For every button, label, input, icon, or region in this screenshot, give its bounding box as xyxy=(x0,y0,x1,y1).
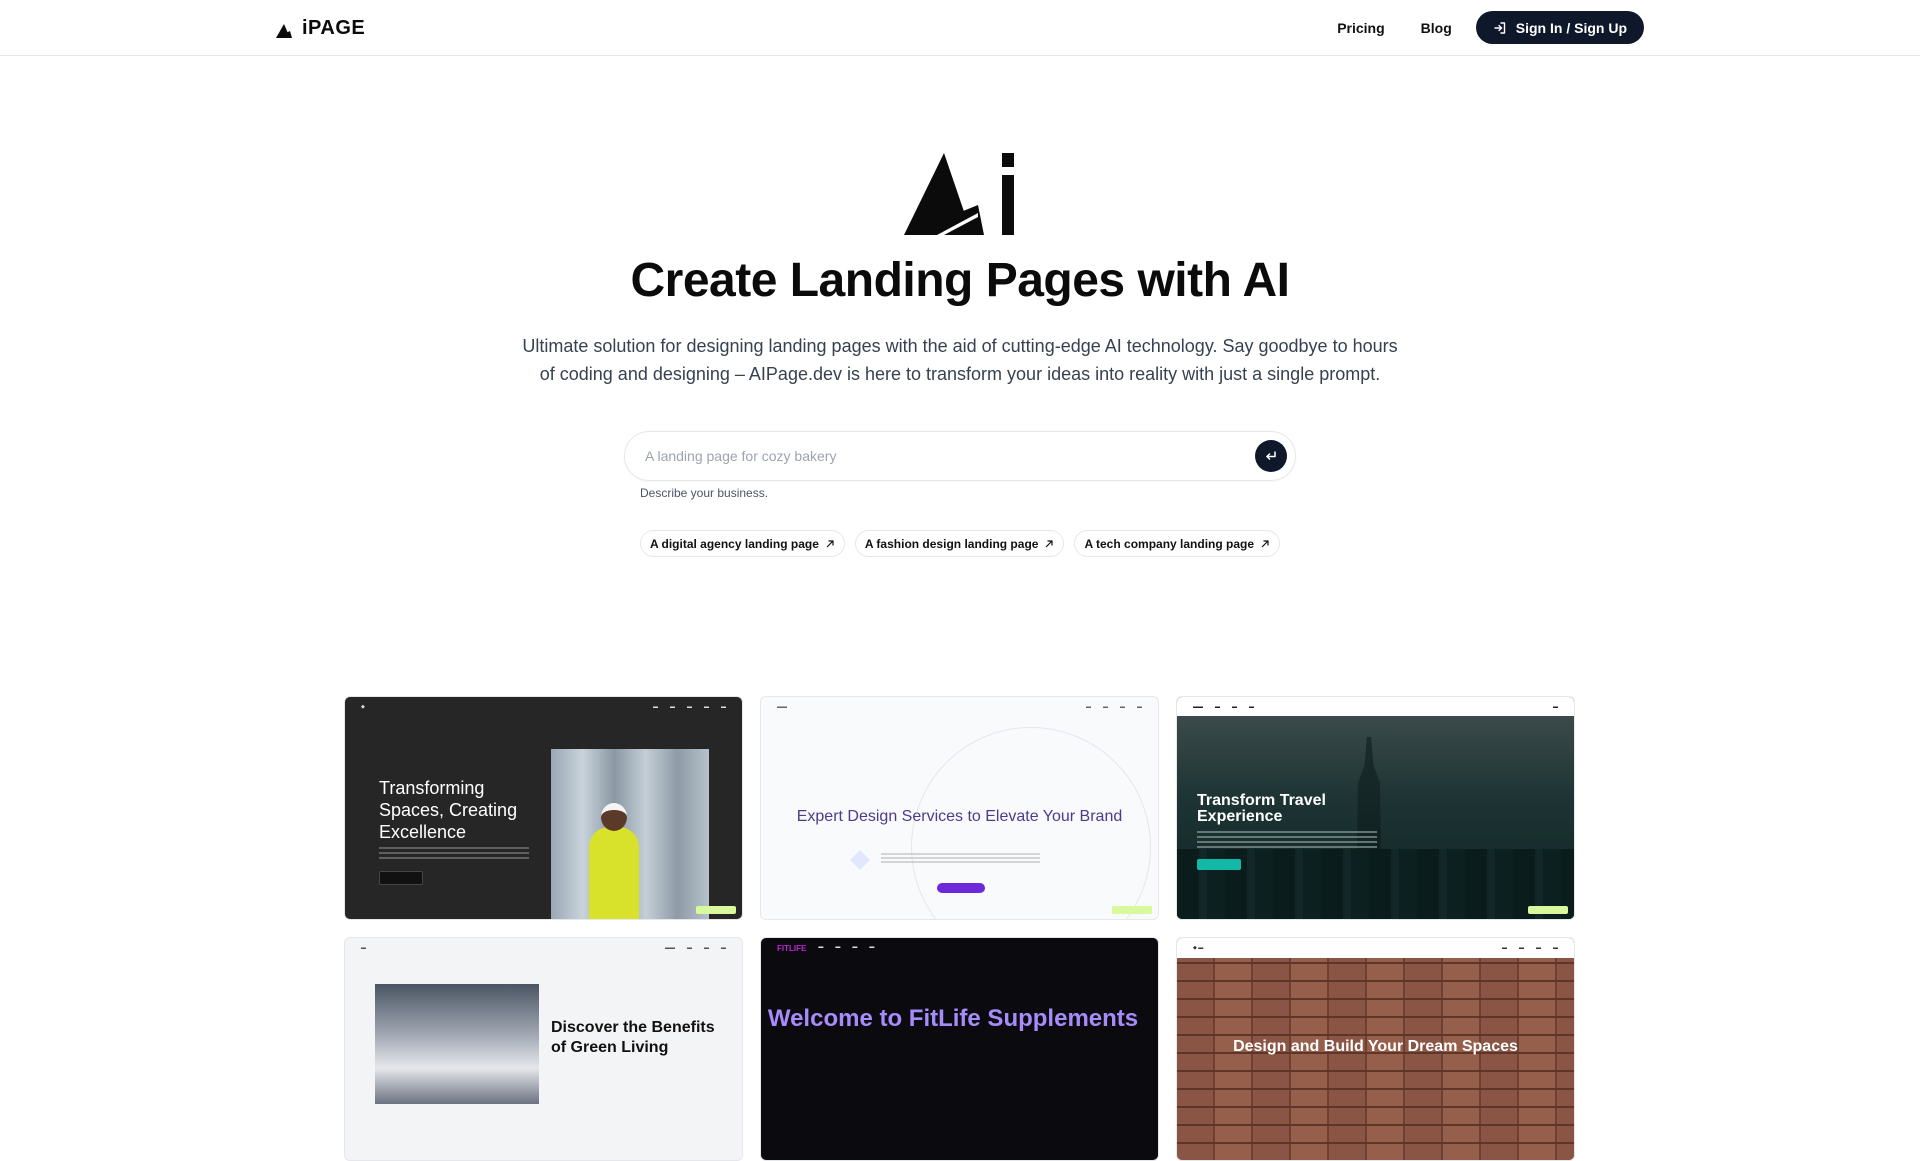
arrow-up-right-icon xyxy=(826,539,834,547)
template-card[interactable]: ▬▬ ▬ ▬ ▬ ▬ Expert Design Services to Elevate… xyxy=(760,696,1159,920)
card-mini-nav: ▬▬▬▬▬▬ xyxy=(361,945,726,951)
card-title: Welcome to FitLife Supplements xyxy=(767,1005,1139,1032)
card-description xyxy=(1197,831,1377,851)
card-mini-nav: ▬▬▬▬▬▬ xyxy=(777,704,1142,710)
card-photo xyxy=(375,984,539,1104)
card-description xyxy=(379,847,529,861)
card-photo-figure-head xyxy=(601,803,627,831)
made-with-badge xyxy=(696,906,736,914)
card-cta xyxy=(1197,859,1241,870)
card-mini-nav: ▬▬▬▬▬▬ xyxy=(1177,697,1574,716)
suggestion-chip[interactable]: A digital agency landing page xyxy=(639,530,845,557)
template-card[interactable]: FITLIFE ▬ ▬ ▬ ▬ Welcome to FitLife Supplemen… xyxy=(760,937,1159,1161)
enter-icon xyxy=(1266,451,1276,460)
card-brand: FITLIFE xyxy=(777,943,807,953)
page-title: Create Landing Pages with AI xyxy=(630,254,1290,307)
sign-in-label: Sign In / Sign Up xyxy=(1515,19,1627,36)
card-title: Expert Design Services to Elevate Your B… xyxy=(796,808,1123,825)
arrow-up-right-icon xyxy=(1261,539,1269,547)
card-title: Design and Build Your Dream Spaces xyxy=(1233,1038,1518,1055)
template-card[interactable]: ◆ ▬ ▬ ▬ ▬ ▬ Design and Build Your Dream Spac… xyxy=(1176,937,1575,1161)
prompt-search-box xyxy=(624,431,1296,481)
template-card[interactable]: ▬▬ ▬ ▬ ▬ ▬ Transform Travel Experience xyxy=(1176,696,1575,920)
template-card[interactable]: ◆ ▬ ▬ ▬ ▬ ▬ Transforming Spaces, Creating Exc… xyxy=(344,696,743,920)
nav-blog[interactable]: Blog xyxy=(1421,20,1452,36)
suggestion-chip[interactable]: A fashion design landing page xyxy=(854,530,1065,557)
template-card[interactable]: ▬ ▬▬ ▬ ▬ ▬ Discover the Benefits of Green Li… xyxy=(344,937,743,1161)
submit-button[interactable] xyxy=(1255,440,1287,472)
logo-mark-icon xyxy=(276,23,292,38)
made-with-badge xyxy=(1112,906,1152,914)
logo-text: iPAGE xyxy=(302,17,366,39)
suggestion-chip-label: A tech company landing page xyxy=(1084,536,1255,551)
suggestion-chip[interactable]: A tech company landing page xyxy=(1074,530,1281,557)
card-decor-diamond xyxy=(850,850,870,870)
nav-pricing[interactable]: Pricing xyxy=(1337,20,1384,36)
hero-subtitle: Ultimate solution for designing landing … xyxy=(522,336,1398,384)
card-cta xyxy=(937,883,985,893)
prompt-hint: Describe your business. xyxy=(640,486,769,500)
top-nav: Pricing Blog Sign In / Sign Up xyxy=(1337,11,1644,44)
card-mini-nav: FITLIFE ▬ ▬ ▬ ▬ xyxy=(777,943,875,953)
hero-ai-logo-icon xyxy=(904,153,1014,235)
made-with-badge xyxy=(1528,906,1568,914)
site-logo[interactable]: iPAGE xyxy=(276,17,365,40)
sign-in-button[interactable]: Sign In / Sign Up xyxy=(1475,11,1644,44)
card-photo xyxy=(1177,958,1574,1160)
suggestion-chips: A digital agency landing page A fashion … xyxy=(0,530,1920,557)
arrow-up-right-icon xyxy=(1046,539,1054,547)
card-photo-figure xyxy=(589,827,639,919)
card-cta xyxy=(379,871,423,885)
suggestion-chip-label: A digital agency landing page xyxy=(649,536,819,551)
sign-in-icon xyxy=(1494,21,1505,34)
card-title: Discover the Benefits of Green Living xyxy=(551,1019,715,1056)
card-mini-nav: ◆ ▬ ▬ ▬ ▬ ▬ xyxy=(361,704,726,710)
card-description xyxy=(881,853,1040,865)
card-mini-nav: ◆ ▬ ▬ ▬ ▬ ▬ xyxy=(1177,938,1574,958)
prompt-input[interactable] xyxy=(645,432,1245,480)
site-header: iPAGE Pricing Blog Sign In / Sign Up xyxy=(0,0,1920,56)
card-title: Transforming Spaces, Creating Excellence xyxy=(379,778,518,842)
card-title: Transform Travel Experience xyxy=(1197,792,1326,825)
suggestion-chip-label: A fashion design landing page xyxy=(864,536,1039,551)
